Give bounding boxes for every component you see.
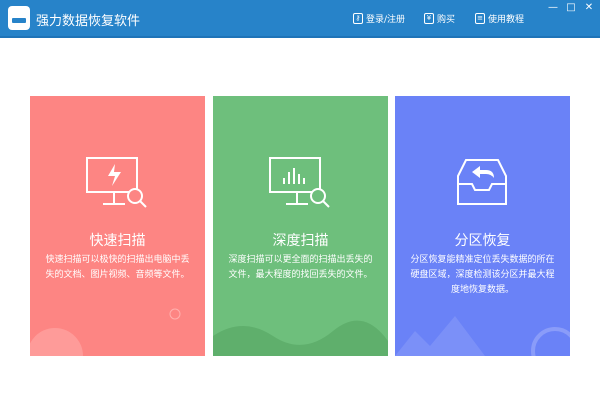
card-title: 深度扫描 (272, 233, 329, 249)
hills-decoration (213, 320, 388, 356)
quick-scan-card[interactable]: 快速扫描 快速扫描可以极快的扫描出电脑中丢失的文档、图片视频、音频等文件。 (30, 96, 205, 356)
title-bar: 强力数据恢复软件 ⚷ 登录/注册 ¥ 购买 ≡ 使用教程 — □ ✕ (0, 0, 600, 38)
document-icon: ≡ (475, 13, 485, 24)
maximize-button[interactable]: □ (562, 2, 580, 13)
tutorial-label: 使用教程 (488, 15, 525, 25)
partition-recovery-card[interactable]: 分区恢复 分区恢复能精准定位丢失数据的所在硬盘区域，深度检测该分区并最大程度地恢… (395, 96, 570, 356)
card-title: 快速扫描 (89, 233, 146, 249)
mountains-decoration (395, 316, 570, 356)
buy-label: 购买 (437, 15, 456, 25)
app-title: 强力数据恢复软件 (36, 14, 141, 29)
minimize-button[interactable]: — (544, 2, 562, 13)
yen-icon: ¥ (424, 13, 434, 24)
monitor-chart-icon (269, 157, 330, 208)
card-description: 快速扫描可以极快的扫描出电脑中丢失的文档、图片视频、音频等文件。 (45, 255, 190, 280)
buy-button[interactable]: ¥ 购买 (424, 12, 455, 25)
moon-decoration (30, 308, 181, 356)
key-icon: ⚷ (353, 13, 363, 24)
close-button[interactable]: ✕ (580, 2, 598, 13)
card-title: 分区恢复 (454, 233, 511, 249)
card-description: 深度扫描可以更全面的扫描出丢失的文件，最大程度的找回丢失的文件。 (228, 255, 373, 280)
inbox-return-icon (457, 159, 507, 205)
card-description: 分区恢复能精准定位丢失数据的所在硬盘区域，深度检测该分区并最大程度地恢复数据。 (410, 255, 555, 295)
login-label: 登录/注册 (366, 15, 406, 25)
app-logo-icon (8, 6, 30, 30)
tutorial-button[interactable]: ≡ 使用教程 (475, 12, 524, 25)
login-button[interactable]: ⚷ 登录/注册 (353, 12, 405, 25)
monitor-lightning-icon (86, 157, 147, 208)
deep-scan-card[interactable]: 深度扫描 深度扫描可以更全面的扫描出丢失的文件，最大程度的找回丢失的文件。 (213, 96, 388, 356)
